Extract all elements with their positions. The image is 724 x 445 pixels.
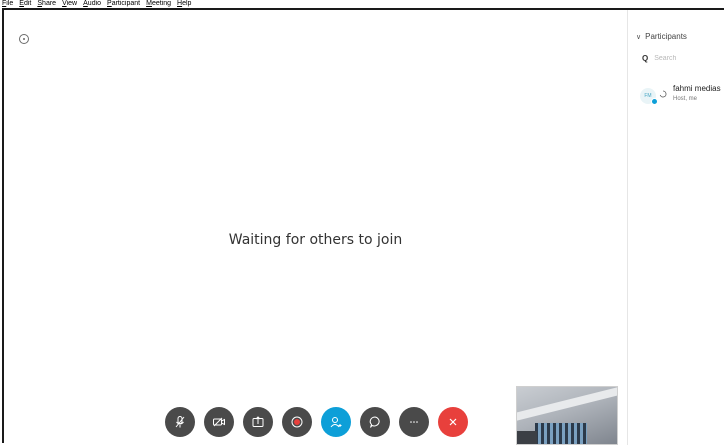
share-button[interactable] bbox=[243, 407, 273, 437]
more-button[interactable] bbox=[399, 407, 429, 437]
menu-view[interactable]: View bbox=[62, 0, 77, 8]
more-icon bbox=[410, 421, 418, 423]
participants-panel-header[interactable]: ∨ Participants bbox=[636, 32, 687, 41]
status-badge bbox=[651, 98, 658, 105]
info-icon[interactable] bbox=[19, 34, 29, 44]
menu-share[interactable]: Share bbox=[37, 0, 56, 8]
menu-bar: File Edit Share View Audio Participant M… bbox=[0, 0, 724, 8]
menu-help[interactable]: Help bbox=[177, 0, 191, 8]
meeting-controls bbox=[165, 407, 468, 437]
search-icon: Q bbox=[642, 54, 649, 63]
participants-panel-title: Participants bbox=[645, 32, 687, 41]
leave-button[interactable] bbox=[438, 407, 468, 437]
menu-audio[interactable]: Audio bbox=[83, 0, 101, 8]
participant-name: fahmi medias bbox=[673, 84, 721, 93]
participant-item[interactable]: FM fahmi medias Host, me bbox=[640, 80, 724, 110]
participants-panel: ∨ Participants Q FM fahmi medias Host, m… bbox=[627, 10, 724, 445]
waiting-message: Waiting for others to join bbox=[228, 232, 403, 248]
chat-icon bbox=[369, 416, 380, 428]
microphone-muted-icon bbox=[175, 416, 185, 428]
participants-icon bbox=[330, 417, 342, 428]
meeting-stage: Waiting for others to join bbox=[4, 10, 627, 445]
record-icon bbox=[291, 416, 303, 428]
participants-button[interactable] bbox=[321, 407, 351, 437]
participant-role: Host, me bbox=[673, 96, 698, 102]
video-off-icon bbox=[213, 417, 225, 427]
avatar: FM bbox=[640, 88, 658, 105]
menu-edit[interactable]: Edit bbox=[19, 0, 31, 8]
participants-search: Q bbox=[642, 54, 715, 63]
chevron-down-icon: ∨ bbox=[636, 33, 642, 41]
chat-button[interactable] bbox=[360, 407, 390, 437]
menu-participant[interactable]: Participant bbox=[107, 0, 140, 8]
video-button[interactable] bbox=[204, 407, 234, 437]
window-grille bbox=[535, 423, 587, 444]
mute-button[interactable] bbox=[165, 407, 195, 437]
connecting-icon bbox=[659, 90, 667, 98]
menu-file[interactable]: File bbox=[2, 0, 13, 8]
close-icon bbox=[449, 418, 457, 426]
ceiling-beam bbox=[517, 387, 617, 422]
menu-meeting[interactable]: Meeting bbox=[146, 0, 171, 8]
self-view-video[interactable] bbox=[516, 386, 618, 445]
meeting-window: Waiting for others to join ∨ Participant… bbox=[2, 8, 724, 445]
record-button[interactable] bbox=[282, 407, 312, 437]
share-icon bbox=[252, 416, 264, 427]
search-input[interactable] bbox=[654, 55, 715, 62]
